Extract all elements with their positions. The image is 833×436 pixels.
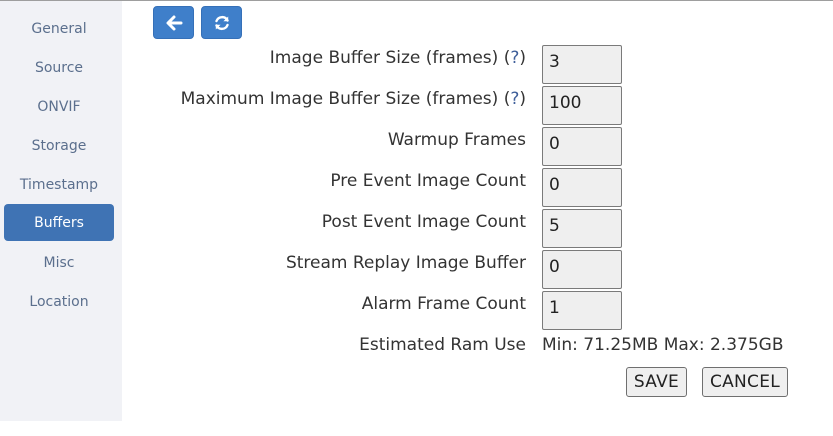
warmup-frames-label: Warmup Frames: [387, 130, 526, 150]
max-image-buffer-size-field[interactable]: 100: [542, 86, 622, 125]
sidebar-item-onvif[interactable]: ONVIF: [4, 88, 114, 125]
post-event-image-count-label: Post Event Image Count: [321, 212, 526, 232]
help-paren-close: ): [519, 89, 526, 109]
settings-sidebar: General Source ONVIF Storage Timestamp B…: [0, 1, 122, 421]
arrow-left-icon: [166, 15, 182, 30]
post-event-image-count-field[interactable]: 5: [542, 209, 622, 248]
alarm-frame-count-label: Alarm Frame Count: [361, 294, 526, 314]
cancel-button[interactable]: CANCEL: [702, 367, 788, 397]
sidebar-item-timestamp[interactable]: Timestamp: [4, 166, 114, 203]
back-button[interactable]: [153, 6, 194, 39]
stream-replay-image-buffer-field[interactable]: 0: [542, 250, 622, 289]
help-paren-close: ): [519, 48, 526, 68]
pre-event-image-count-field[interactable]: 0: [542, 168, 622, 207]
top-divider: [0, 0, 833, 1]
image-buffer-size-label-text: Image Buffer Size (frames): [269, 48, 499, 68]
image-buffer-size-label: Image Buffer Size (frames) (?): [270, 48, 526, 68]
pre-event-image-count-label: Pre Event Image Count: [330, 171, 526, 191]
estimated-ram-use-label: Estimated Ram Use: [359, 335, 526, 355]
alarm-frame-count-field[interactable]: 1: [542, 291, 622, 330]
sidebar-item-misc[interactable]: Misc: [4, 244, 114, 281]
sidebar-item-location[interactable]: Location: [4, 283, 114, 320]
image-buffer-size-help-link[interactable]: ?: [510, 48, 519, 68]
sidebar-item-storage[interactable]: Storage: [4, 127, 114, 164]
stream-replay-image-buffer-label: Stream Replay Image Buffer: [285, 253, 526, 273]
sidebar-item-source[interactable]: Source: [4, 49, 114, 86]
sidebar-item-buffers[interactable]: Buffers: [4, 204, 114, 241]
refresh-button[interactable]: [201, 6, 242, 39]
sidebar-item-general[interactable]: General: [4, 10, 114, 47]
image-buffer-size-field[interactable]: 3: [542, 45, 622, 84]
estimated-ram-use-value: Min: 71.25MB Max: 2.375GB: [542, 335, 784, 355]
warmup-frames-field[interactable]: 0: [542, 127, 622, 166]
max-image-buffer-size-help-link[interactable]: ?: [510, 89, 519, 109]
max-image-buffer-size-label: Maximum Image Buffer Size (frames) (?): [181, 89, 526, 109]
max-image-buffer-size-label-text: Maximum Image Buffer Size (frames): [180, 89, 499, 109]
save-button[interactable]: SAVE: [626, 367, 687, 397]
refresh-icon: [214, 15, 229, 30]
